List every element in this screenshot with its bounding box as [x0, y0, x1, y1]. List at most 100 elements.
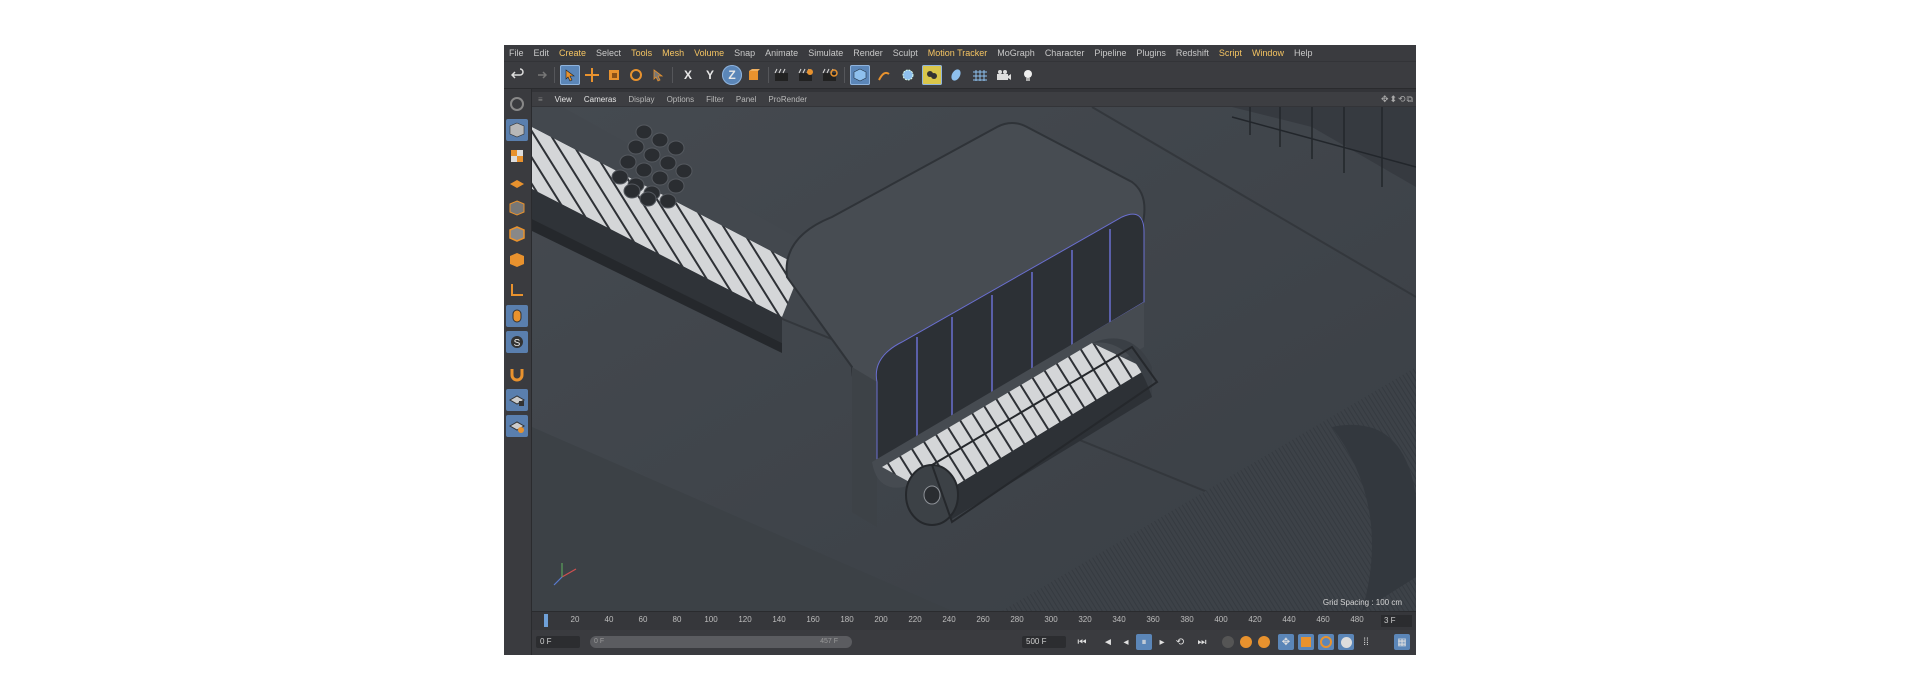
- key-scale-icon[interactable]: [1298, 634, 1314, 650]
- timeline-tick: 480: [1350, 615, 1364, 624]
- menu-volume[interactable]: Volume: [689, 48, 729, 58]
- autokey-icon[interactable]: [1238, 634, 1254, 650]
- cloner-icon[interactable]: [922, 65, 942, 85]
- timeline-tick: 240: [942, 615, 956, 624]
- move-icon[interactable]: [582, 65, 602, 85]
- z-axis-lock[interactable]: Z: [722, 65, 742, 85]
- polygons-mode-icon[interactable]: [506, 249, 528, 271]
- menu-help[interactable]: Help: [1289, 48, 1318, 58]
- viewport-navigation-icons[interactable]: ✥⬍⟲⧉: [1381, 94, 1414, 105]
- viewport-menu-filter[interactable]: Filter: [700, 95, 730, 104]
- texture-mode-icon[interactable]: [506, 145, 528, 167]
- timeline-tick: 20: [570, 615, 580, 624]
- tweak-mode-icon[interactable]: [506, 305, 528, 327]
- left-tool-palette: S: [504, 89, 532, 655]
- undo-icon[interactable]: [508, 65, 528, 85]
- grid-spacing-label: Grid Spacing : 100 cm: [1322, 598, 1402, 607]
- end-frame-field[interactable]: 500 F: [1022, 636, 1066, 648]
- menu-tools[interactable]: Tools: [626, 48, 657, 58]
- main-toolbar: X Y Z: [504, 62, 1416, 89]
- light-icon[interactable]: [1018, 65, 1038, 85]
- timeline-tick: 180: [840, 615, 854, 624]
- menu-redshift[interactable]: Redshift: [1171, 48, 1214, 58]
- viewport-menu-handle[interactable]: ≡: [532, 95, 549, 104]
- timeline-tick: 80: [672, 615, 682, 624]
- points-mode-icon[interactable]: [506, 197, 528, 219]
- subdivision-surface-icon[interactable]: [898, 65, 918, 85]
- key-parameter-icon[interactable]: [1338, 634, 1354, 650]
- lock-workplane-icon[interactable]: [506, 389, 528, 411]
- menu-window[interactable]: Window: [1247, 48, 1289, 58]
- solo-icon[interactable]: S: [506, 331, 528, 353]
- render-settings-icon[interactable]: [820, 65, 840, 85]
- viewport-menu-panel[interactable]: Panel: [730, 95, 762, 104]
- scale-icon[interactable]: [604, 65, 624, 85]
- key-position-icon[interactable]: ✥: [1278, 634, 1294, 650]
- loop-icon[interactable]: ⟲: [1172, 634, 1188, 650]
- menu-snap[interactable]: Snap: [729, 48, 760, 58]
- previous-key-icon[interactable]: ◄: [1100, 634, 1116, 650]
- deformer-icon[interactable]: [946, 65, 966, 85]
- snap-magnet-icon[interactable]: [506, 363, 528, 385]
- recent-tool-icon[interactable]: [648, 65, 668, 85]
- timeline-tick: 60: [638, 615, 648, 624]
- record-icon[interactable]: [1220, 634, 1236, 650]
- menu-animate[interactable]: Animate: [760, 48, 803, 58]
- timeline-tick: 420: [1248, 615, 1262, 624]
- menu-render[interactable]: Render: [848, 48, 888, 58]
- viewport-menu-display[interactable]: Display: [622, 95, 660, 104]
- next-frame-icon[interactable]: ▸: [1154, 634, 1170, 650]
- menu-motion-tracker[interactable]: Motion Tracker: [923, 48, 993, 58]
- go-to-end-icon[interactable]: ⏭: [1194, 634, 1210, 650]
- camera-icon[interactable]: [994, 65, 1014, 85]
- x-axis-lock[interactable]: X: [678, 65, 698, 85]
- planar-workplane-icon[interactable]: [506, 415, 528, 437]
- menu-sculpt[interactable]: Sculpt: [888, 48, 923, 58]
- live-selection-icon[interactable]: [560, 65, 580, 85]
- timeline-menu-icon[interactable]: ▦: [1394, 634, 1410, 650]
- menu-create[interactable]: Create: [554, 48, 591, 58]
- key-rotation-icon[interactable]: [1318, 634, 1334, 650]
- viewport-menu-view[interactable]: View: [549, 95, 578, 104]
- timeline-tick: 400: [1214, 615, 1228, 624]
- timeline-tick: 300: [1044, 615, 1058, 624]
- spline-pen-icon[interactable]: [874, 65, 894, 85]
- 3d-viewport[interactable]: Grid Spacing : 100 cm: [532, 107, 1416, 611]
- floor-environment-icon[interactable]: [970, 65, 990, 85]
- menu-character[interactable]: Character: [1040, 48, 1090, 58]
- timeline-ruler[interactable]: 20 40 60 80 100 120 140 160 180 200 220 …: [532, 611, 1416, 630]
- y-axis-lock[interactable]: Y: [700, 65, 720, 85]
- model-mode-icon[interactable]: [506, 119, 528, 141]
- current-frame-field[interactable]: 3 F: [1381, 615, 1412, 627]
- menu-file[interactable]: File: [504, 48, 529, 58]
- menu-pipeline[interactable]: Pipeline: [1089, 48, 1131, 58]
- key-pla-icon[interactable]: ⁞⁞: [1358, 634, 1374, 650]
- edges-mode-icon[interactable]: [506, 223, 528, 245]
- viewport-menu-prorender[interactable]: ProRender: [762, 95, 813, 104]
- redo-icon[interactable]: [530, 65, 550, 85]
- go-to-start-icon[interactable]: ⏮: [1074, 634, 1090, 650]
- coordinate-system-icon[interactable]: [744, 65, 764, 85]
- playhead[interactable]: [544, 614, 548, 627]
- previous-frame-icon[interactable]: ◂: [1118, 634, 1134, 650]
- menu-script[interactable]: Script: [1214, 48, 1247, 58]
- preview-range-slider[interactable]: 0 F 457 F: [590, 636, 852, 648]
- cube-object-icon[interactable]: [850, 65, 870, 85]
- make-editable-icon[interactable]: [506, 93, 528, 115]
- render-to-picture-viewer-icon[interactable]: [796, 65, 816, 85]
- menu-select[interactable]: Select: [591, 48, 626, 58]
- rotate-icon[interactable]: [626, 65, 646, 85]
- start-frame-field[interactable]: 0 F: [536, 636, 580, 648]
- menu-simulate[interactable]: Simulate: [803, 48, 848, 58]
- menu-edit[interactable]: Edit: [529, 48, 555, 58]
- viewport-menu-cameras[interactable]: Cameras: [578, 95, 622, 104]
- menu-mograph[interactable]: MoGraph: [992, 48, 1040, 58]
- render-view-icon[interactable]: [772, 65, 792, 85]
- viewport-menu-options[interactable]: Options: [661, 95, 701, 104]
- workplane-mode-icon[interactable]: [506, 171, 528, 193]
- pause-icon[interactable]: ⏸: [1136, 634, 1152, 650]
- keyframe-selection-icon[interactable]: [1256, 634, 1272, 650]
- menu-mesh[interactable]: Mesh: [657, 48, 689, 58]
- axis-mode-icon[interactable]: [506, 279, 528, 301]
- menu-plugins[interactable]: Plugins: [1131, 48, 1171, 58]
